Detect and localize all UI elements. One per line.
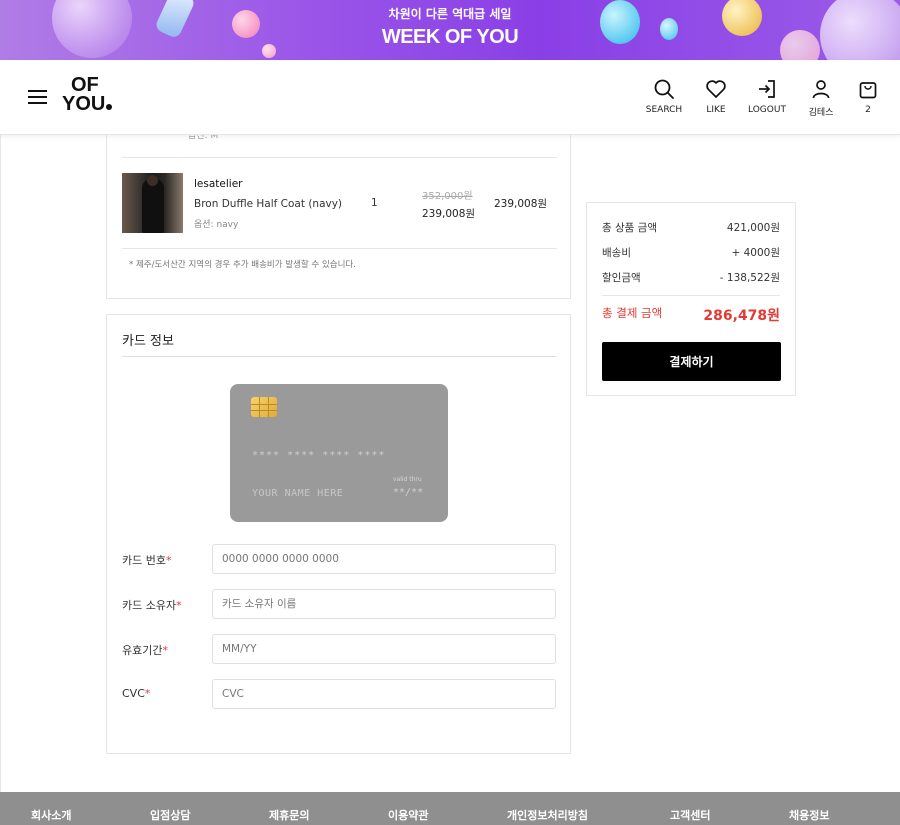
footer-link-careers[interactable]: 채용정보 (789, 807, 829, 823)
logo-dot (106, 104, 113, 110)
hamburger-menu-icon[interactable] (28, 89, 48, 105)
credit-card-preview: **** **** **** **** YOUR NAME HERE valid… (230, 384, 448, 522)
order-items-card: 옵션: M lesatelier Bron Duffle Half Coat (… (106, 120, 571, 299)
heart-icon (706, 80, 726, 98)
summary-value: 421,000원 (726, 222, 780, 234)
card-number-preview: **** **** **** **** (252, 450, 386, 461)
card-number-input[interactable] (212, 544, 556, 574)
card-holder-label: 카드 소유자* (122, 599, 182, 612)
pay-button[interactable]: 결제하기 (602, 342, 781, 381)
sale-price: 239,008원 (422, 208, 476, 220)
required-mark: * (165, 554, 172, 567)
summary-label: 배송비 (602, 247, 631, 259)
valid-thru-label: valid thru (393, 476, 422, 483)
footer-link-partner-inquiry[interactable]: 입점상담 (150, 807, 190, 823)
search-button[interactable]: SEARCH (640, 78, 688, 122)
line-total: 239,008원 (494, 198, 548, 210)
required-mark: * (162, 644, 168, 657)
section-title: 카드 정보 (122, 334, 174, 349)
summary-value: - 138,522원 (719, 272, 780, 284)
divider (122, 248, 557, 249)
payment-summary: 총 상품 금액 421,000원 배송비 + 4000원 할인금액 - 138,… (586, 202, 796, 396)
site-logo[interactable]: OF YOU (62, 75, 122, 120)
summary-row-discount: 할인금액 - 138,522원 (602, 270, 780, 285)
expiry-label: 유효기간* (122, 644, 168, 657)
my-account-button[interactable]: 김테스 (802, 78, 840, 122)
footer-link-terms[interactable]: 이용약관 (388, 807, 428, 823)
thumbnail-head (147, 175, 158, 186)
user-icon (812, 80, 830, 99)
summary-value: + 4000원 (731, 247, 780, 259)
promo-headline: WEEK OF YOU (381, 26, 519, 48)
cvc-label: CVC* (122, 687, 151, 700)
total-label: 총 결제 금액 (602, 306, 663, 320)
expiry-preview: **/** (393, 487, 424, 498)
divider (122, 157, 557, 158)
promo-kicker: 차원이 다른 역대급 세일 (388, 7, 512, 21)
required-mark: * (144, 687, 151, 700)
site-footer: 회사소개 입점상담 제휴문의 이용약관 개인정보처리방침 고객센터 채용정보 (0, 792, 900, 825)
page-left-border (0, 135, 1, 792)
shipping-notice: * 제주/도서산간 지역의 경우 추가 배송비가 발생할 수 있습니다. (129, 260, 356, 270)
card-chip-icon (251, 397, 277, 417)
card-holder-input[interactable] (212, 589, 556, 619)
product-name[interactable]: Bron Duffle Half Coat (navy) (194, 198, 342, 210)
total-value: 286,478원 (703, 308, 780, 324)
summary-row-subtotal: 총 상품 금액 421,000원 (602, 220, 780, 235)
cart-button[interactable]: 2 (852, 78, 884, 122)
product-option: 옵션: navy (194, 220, 239, 230)
product-brand[interactable]: lesatelier (194, 178, 242, 190)
card-info-section: 카드 정보 **** **** **** **** YOUR NAME HERE… (106, 314, 571, 754)
divider (602, 295, 780, 296)
required-mark: * (176, 599, 182, 612)
thumbnail-figure (142, 179, 164, 233)
card-holder-preview: YOUR NAME HERE (252, 488, 344, 499)
site-header: OF YOU SEARCH LIKE LOGOUT 김테스 2 (0, 60, 900, 135)
search-label: SEARCH (645, 105, 683, 115)
search-icon (654, 79, 674, 99)
logout-button[interactable]: LOGOUT (744, 78, 790, 122)
shopping-bag-icon (859, 82, 877, 99)
footer-link-privacy[interactable]: 개인정보처리방침 (507, 807, 588, 823)
product-thumbnail[interactable] (122, 173, 183, 233)
footer-link-alliance[interactable]: 제휴문의 (269, 807, 309, 823)
footer-link-support[interactable]: 고객센터 (670, 807, 710, 823)
like-label: LIKE (706, 105, 726, 115)
promo-banner[interactable]: 차원이 다른 역대급 세일 WEEK OF YOU (0, 0, 900, 60)
cvc-input[interactable] (212, 679, 556, 709)
cart-count: 2 (865, 105, 871, 115)
original-price: 352,000원 (422, 191, 473, 202)
logout-icon (759, 80, 775, 98)
expiry-input[interactable] (212, 634, 556, 664)
like-button[interactable]: LIKE (696, 78, 736, 122)
product-quantity: 1 (371, 197, 378, 209)
logout-label: LOGOUT (748, 105, 786, 115)
user-name-label: 김테스 (808, 108, 834, 118)
logo-line-2: YOU (62, 93, 106, 115)
divider (122, 356, 557, 357)
summary-row-shipping: 배송비 + 4000원 (602, 245, 780, 260)
summary-label: 총 상품 금액 (602, 222, 657, 234)
footer-link-company[interactable]: 회사소개 (31, 807, 71, 823)
summary-label: 할인금액 (602, 272, 641, 284)
card-number-label: 카드 번호* (122, 554, 172, 567)
